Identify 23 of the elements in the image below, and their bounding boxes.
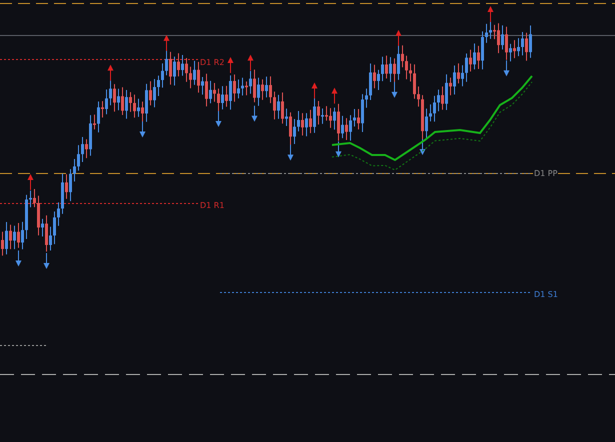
down-arrow	[288, 144, 294, 161]
up-arrow	[28, 174, 34, 190]
down-arrow	[420, 138, 426, 156]
down-arrow	[252, 105, 258, 122]
down-arrow	[336, 140, 342, 158]
up-arrow	[164, 34, 170, 52]
up-arrow	[488, 6, 494, 23]
down-arrow	[16, 250, 22, 267]
up-arrow	[228, 56, 234, 74]
down-arrow	[140, 121, 146, 138]
level-label: D1 R1	[199, 201, 226, 211]
down-arrow	[392, 81, 398, 98]
level-label: D1 PP	[533, 169, 558, 179]
up-arrow	[396, 30, 402, 46]
down-arrow	[44, 252, 50, 269]
up-arrow	[312, 82, 318, 100]
up-arrow	[108, 64, 114, 82]
up-arrow	[248, 54, 254, 72]
level-label: D1 S1	[533, 290, 559, 300]
level-label: D1 R2	[199, 58, 226, 68]
down-arrow	[504, 60, 510, 76]
up-arrow	[332, 88, 338, 104]
down-arrow	[216, 110, 222, 127]
